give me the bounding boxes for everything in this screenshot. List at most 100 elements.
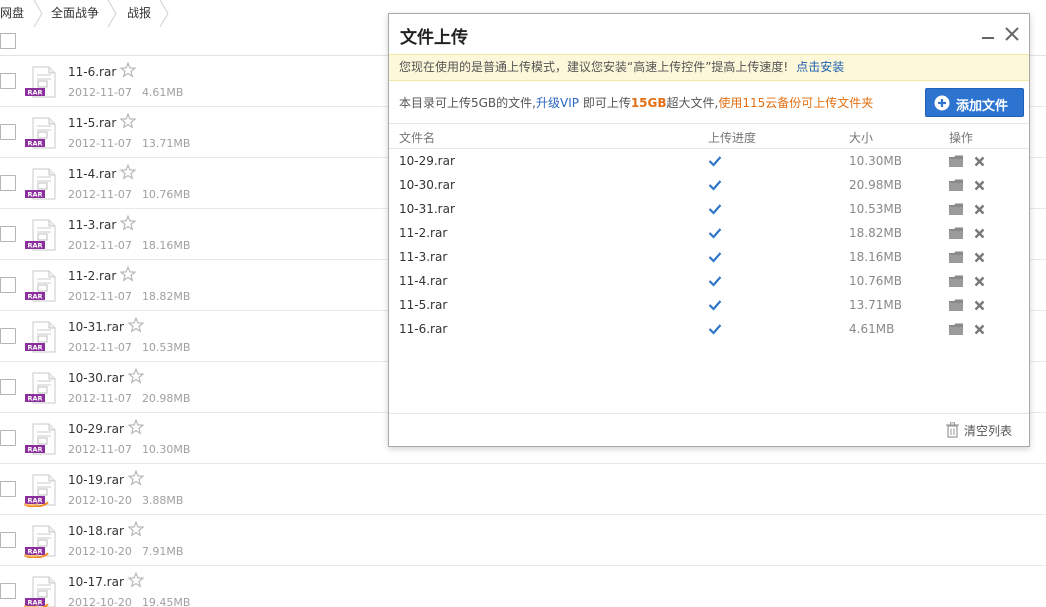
open-folder-icon[interactable] bbox=[948, 154, 964, 168]
file-checkbox[interactable] bbox=[0, 73, 16, 89]
add-file-button[interactable]: 添加文件 bbox=[925, 88, 1024, 117]
star-icon[interactable] bbox=[127, 316, 145, 333]
file-date: 2012-11-07 bbox=[68, 188, 132, 201]
star-icon[interactable] bbox=[127, 469, 145, 486]
upload-row: 11-2.rar 18.82MB bbox=[389, 222, 1029, 246]
open-folder-icon[interactable] bbox=[948, 298, 964, 312]
file-date: 2012-11-07 bbox=[68, 86, 132, 99]
file-size: 18.16MB bbox=[141, 239, 191, 252]
star-icon[interactable] bbox=[127, 367, 145, 384]
rar-file-icon[interactable]: RAR bbox=[24, 167, 58, 201]
file-row[interactable]: RAR 10-18.rar 2012-10-20 7.91MB bbox=[0, 515, 1046, 566]
file-row[interactable]: RAR 10-19.rar 2012-10-20 3.88MB bbox=[0, 464, 1046, 515]
file-name[interactable]: 10-19.rar bbox=[68, 473, 124, 487]
remove-icon[interactable] bbox=[974, 204, 985, 215]
rar-file-icon[interactable]: RAR bbox=[24, 218, 58, 252]
dialog-title-bar[interactable]: 文件上传 bbox=[389, 14, 1029, 54]
open-folder-icon[interactable] bbox=[948, 250, 964, 264]
upload-file-size: 18.82MB bbox=[849, 226, 902, 240]
file-name[interactable]: 10-17.rar bbox=[68, 575, 124, 589]
star-icon[interactable] bbox=[119, 112, 137, 129]
file-checkbox[interactable] bbox=[0, 328, 16, 344]
close-icon[interactable] bbox=[1003, 25, 1021, 43]
remove-icon[interactable] bbox=[974, 180, 985, 191]
file-name[interactable]: 10-31.rar bbox=[68, 320, 124, 334]
column-header-action: 操作 bbox=[949, 131, 974, 145]
file-meta: 2012-11-07 13.71MB bbox=[68, 137, 190, 150]
star-icon[interactable] bbox=[119, 61, 137, 78]
file-size: 3.88MB bbox=[141, 494, 184, 507]
breadcrumb-item-total-war[interactable]: 全面战争 bbox=[51, 0, 99, 27]
star-icon[interactable] bbox=[119, 214, 137, 231]
shared-rar-file-icon[interactable]: RAR bbox=[23, 473, 58, 508]
svg-text:RAR: RAR bbox=[27, 140, 42, 148]
star-icon[interactable] bbox=[127, 571, 145, 588]
svg-text:RAR: RAR bbox=[27, 446, 42, 454]
shared-rar-file-icon[interactable]: RAR bbox=[23, 524, 58, 559]
star-icon[interactable] bbox=[127, 520, 145, 537]
file-checkbox[interactable] bbox=[0, 430, 16, 446]
file-size: 20.98MB bbox=[141, 392, 191, 405]
file-name[interactable]: 11-4.rar bbox=[68, 167, 116, 181]
rar-file-icon[interactable]: RAR bbox=[24, 422, 58, 456]
remove-icon[interactable] bbox=[974, 156, 985, 167]
file-checkbox[interactable] bbox=[0, 481, 16, 497]
upload-complete-check-icon bbox=[708, 251, 722, 263]
breadcrumb-item-netdisk[interactable]: 网盘 bbox=[0, 0, 24, 27]
breadcrumb-item-battle-report[interactable]: 战报 bbox=[127, 0, 151, 27]
quota-big-size: 15GB bbox=[630, 96, 667, 110]
file-date: 2012-10-20 bbox=[68, 545, 132, 558]
file-checkbox[interactable] bbox=[0, 379, 16, 395]
upload-file-name: 10-31.rar bbox=[399, 202, 455, 216]
file-date: 2012-11-07 bbox=[68, 392, 132, 405]
upload-row: 11-5.rar 13.71MB bbox=[389, 294, 1029, 318]
remove-icon[interactable] bbox=[974, 228, 985, 239]
file-checkbox[interactable] bbox=[0, 583, 16, 599]
file-size: 4.61MB bbox=[141, 86, 184, 99]
upload-complete-check-icon bbox=[708, 155, 722, 167]
file-name[interactable]: 10-29.rar bbox=[68, 422, 124, 436]
cloud-backup-link[interactable]: 使用115云备份可上传文件夹 bbox=[718, 96, 873, 110]
file-name[interactable]: 11-6.rar bbox=[68, 65, 116, 79]
open-folder-icon[interactable] bbox=[948, 274, 964, 288]
remove-icon[interactable] bbox=[974, 276, 985, 287]
remove-icon[interactable] bbox=[974, 300, 985, 311]
file-meta: 2012-11-07 4.61MB bbox=[68, 86, 183, 99]
file-row[interactable]: RAR 10-17.rar 2012-10-20 19.45MB bbox=[0, 566, 1046, 607]
file-checkbox[interactable] bbox=[0, 277, 16, 293]
rar-file-icon[interactable]: RAR bbox=[24, 269, 58, 303]
open-folder-icon[interactable] bbox=[948, 178, 964, 192]
upload-row: 11-3.rar 18.16MB bbox=[389, 246, 1029, 270]
remove-icon[interactable] bbox=[974, 324, 985, 335]
open-folder-icon[interactable] bbox=[948, 226, 964, 240]
clear-list-label: 清空列表 bbox=[964, 424, 1013, 438]
star-icon[interactable] bbox=[119, 163, 137, 180]
shared-rar-file-icon[interactable]: RAR bbox=[23, 575, 58, 607]
install-link[interactable]: 点击安装 bbox=[796, 60, 844, 74]
upgrade-vip-link[interactable]: 升级VIP bbox=[536, 96, 579, 110]
select-all-checkbox[interactable] bbox=[0, 33, 16, 49]
file-name[interactable]: 11-2.rar bbox=[68, 269, 116, 283]
file-name[interactable]: 10-18.rar bbox=[68, 524, 124, 538]
rar-file-icon[interactable]: RAR bbox=[24, 65, 58, 99]
star-icon[interactable] bbox=[119, 265, 137, 282]
file-name[interactable]: 11-5.rar bbox=[68, 116, 116, 130]
open-folder-icon[interactable] bbox=[948, 322, 964, 336]
svg-text:RAR: RAR bbox=[27, 548, 42, 556]
open-folder-icon[interactable] bbox=[948, 202, 964, 216]
file-name[interactable]: 10-30.rar bbox=[68, 371, 124, 385]
upload-mode-notice: 您现在使用的是普通上传模式，建议您安装“高速上传控件”提高上传速度! 点击安装 bbox=[389, 54, 1029, 81]
file-checkbox[interactable] bbox=[0, 532, 16, 548]
rar-file-icon[interactable]: RAR bbox=[24, 320, 58, 354]
rar-file-icon[interactable]: RAR bbox=[24, 116, 58, 150]
rar-file-icon[interactable]: RAR bbox=[24, 371, 58, 405]
file-checkbox[interactable] bbox=[0, 175, 16, 191]
file-checkbox[interactable] bbox=[0, 226, 16, 242]
remove-icon[interactable] bbox=[974, 252, 985, 263]
file-name[interactable]: 11-3.rar bbox=[68, 218, 116, 232]
file-checkbox[interactable] bbox=[0, 124, 16, 140]
file-date: 2012-11-07 bbox=[68, 443, 132, 456]
star-icon[interactable] bbox=[127, 418, 145, 435]
upload-file-size: 4.61MB bbox=[849, 322, 895, 336]
minimize-icon[interactable] bbox=[979, 25, 997, 43]
